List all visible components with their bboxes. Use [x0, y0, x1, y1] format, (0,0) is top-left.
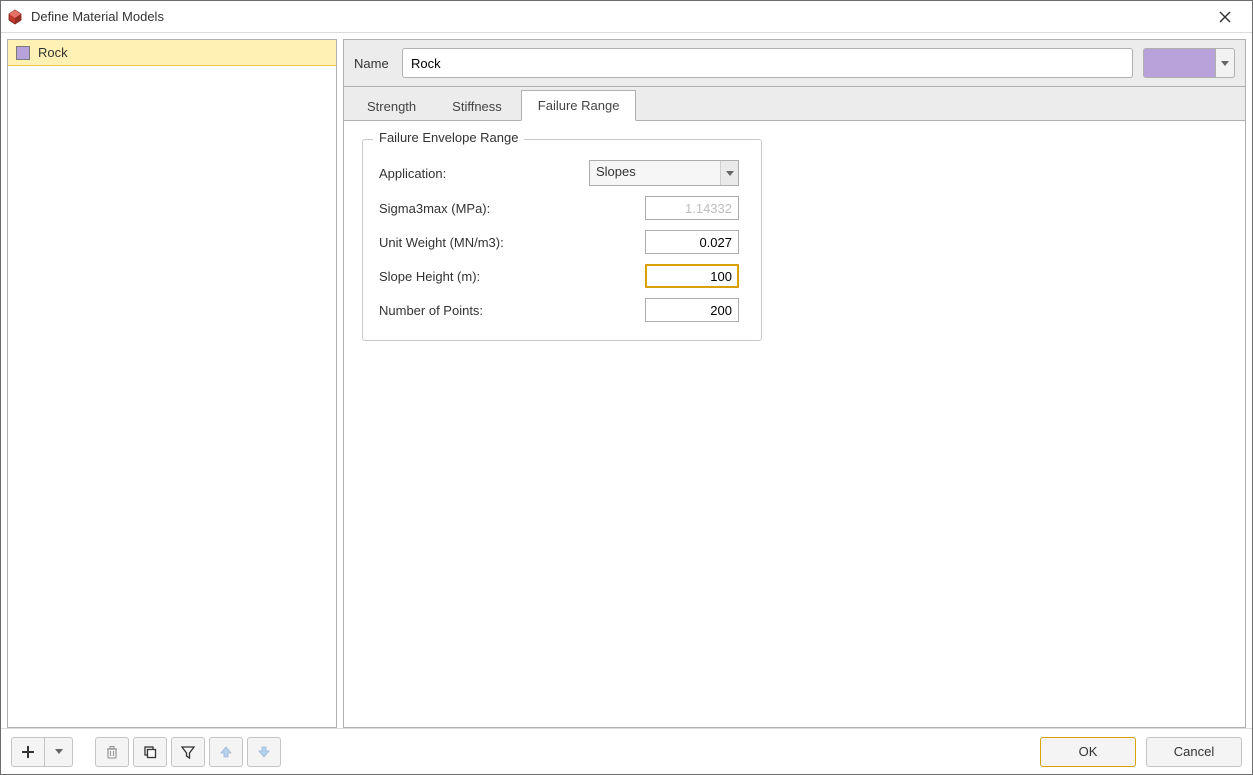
- body: Rock Name Strength: [1, 33, 1252, 728]
- slope-height-label: Slope Height (m):: [379, 269, 589, 284]
- material-swatch: [16, 46, 30, 60]
- ok-button[interactable]: OK: [1040, 737, 1136, 767]
- sigma3max-input: [645, 196, 739, 220]
- add-material-menu[interactable]: [45, 737, 73, 767]
- delete-material-button[interactable]: [95, 737, 129, 767]
- field-application: Application: Slopes: [379, 160, 745, 186]
- trash-icon: [105, 745, 119, 759]
- copy-material-button[interactable]: [133, 737, 167, 767]
- num-points-input[interactable]: [645, 298, 739, 322]
- tab-label: Failure Range: [538, 98, 620, 113]
- unit-weight-input[interactable]: [645, 230, 739, 254]
- tab-strength[interactable]: Strength: [350, 91, 433, 121]
- color-swatch: [1143, 48, 1215, 78]
- footer-toolbar: OK Cancel: [1, 728, 1252, 774]
- num-points-label: Number of Points:: [379, 303, 589, 318]
- color-dropdown-arrow[interactable]: [1215, 48, 1235, 78]
- title-bar: Define Material Models: [1, 1, 1252, 33]
- field-num-points: Number of Points:: [379, 298, 745, 322]
- properties-panel: Name Strength Stiffness Failure Range: [343, 33, 1252, 728]
- field-slope-height: Slope Height (m):: [379, 264, 745, 288]
- select-arrow[interactable]: [720, 161, 738, 185]
- group-title: Failure Envelope Range: [373, 130, 524, 145]
- chevron-down-icon: [726, 171, 734, 176]
- filter-icon: [181, 745, 195, 759]
- field-unit-weight: Unit Weight (MN/m3):: [379, 230, 745, 254]
- close-icon: [1219, 11, 1231, 23]
- name-row: Name: [343, 39, 1246, 87]
- sigma3max-label: Sigma3max (MPa):: [379, 201, 589, 216]
- filter-button[interactable]: [171, 737, 205, 767]
- tab-label: Strength: [367, 99, 416, 114]
- chevron-down-icon: [55, 749, 63, 754]
- move-down-button[interactable]: [247, 737, 281, 767]
- application-value: Slopes: [590, 161, 720, 185]
- material-list[interactable]: Rock: [7, 39, 337, 728]
- arrow-down-icon: [257, 745, 271, 759]
- name-input[interactable]: [402, 48, 1133, 78]
- add-material-button[interactable]: [11, 737, 45, 767]
- material-label: Rock: [38, 45, 68, 60]
- plus-icon: [21, 745, 35, 759]
- define-material-window: Define Material Models Rock Name: [0, 0, 1253, 775]
- failure-envelope-range-group: Failure Envelope Range Application: Slop…: [362, 139, 762, 341]
- tab-page-failure-range: Failure Envelope Range Application: Slop…: [343, 121, 1246, 728]
- ok-label: OK: [1079, 744, 1098, 759]
- arrow-up-icon: [219, 745, 233, 759]
- application-select[interactable]: Slopes: [589, 160, 739, 186]
- application-label: Application:: [379, 166, 589, 181]
- tab-bar: Strength Stiffness Failure Range: [343, 87, 1246, 121]
- slope-height-input[interactable]: [645, 264, 739, 288]
- material-color-picker[interactable]: [1143, 48, 1235, 78]
- chevron-down-icon: [1221, 61, 1229, 66]
- window-title: Define Material Models: [31, 9, 164, 24]
- cancel-label: Cancel: [1174, 744, 1214, 759]
- unit-weight-label: Unit Weight (MN/m3):: [379, 235, 589, 250]
- app-icon: [7, 9, 23, 25]
- copy-icon: [143, 745, 157, 759]
- tab-failure-range[interactable]: Failure Range: [521, 90, 637, 121]
- cancel-button[interactable]: Cancel: [1146, 737, 1242, 767]
- close-button[interactable]: [1204, 3, 1246, 31]
- material-list-panel: Rock: [1, 33, 343, 728]
- name-label: Name: [354, 56, 402, 71]
- field-sigma3max: Sigma3max (MPa):: [379, 196, 745, 220]
- tab-label: Stiffness: [452, 99, 502, 114]
- tab-stiffness[interactable]: Stiffness: [435, 91, 519, 121]
- material-item-rock[interactable]: Rock: [8, 40, 336, 66]
- move-up-button[interactable]: [209, 737, 243, 767]
